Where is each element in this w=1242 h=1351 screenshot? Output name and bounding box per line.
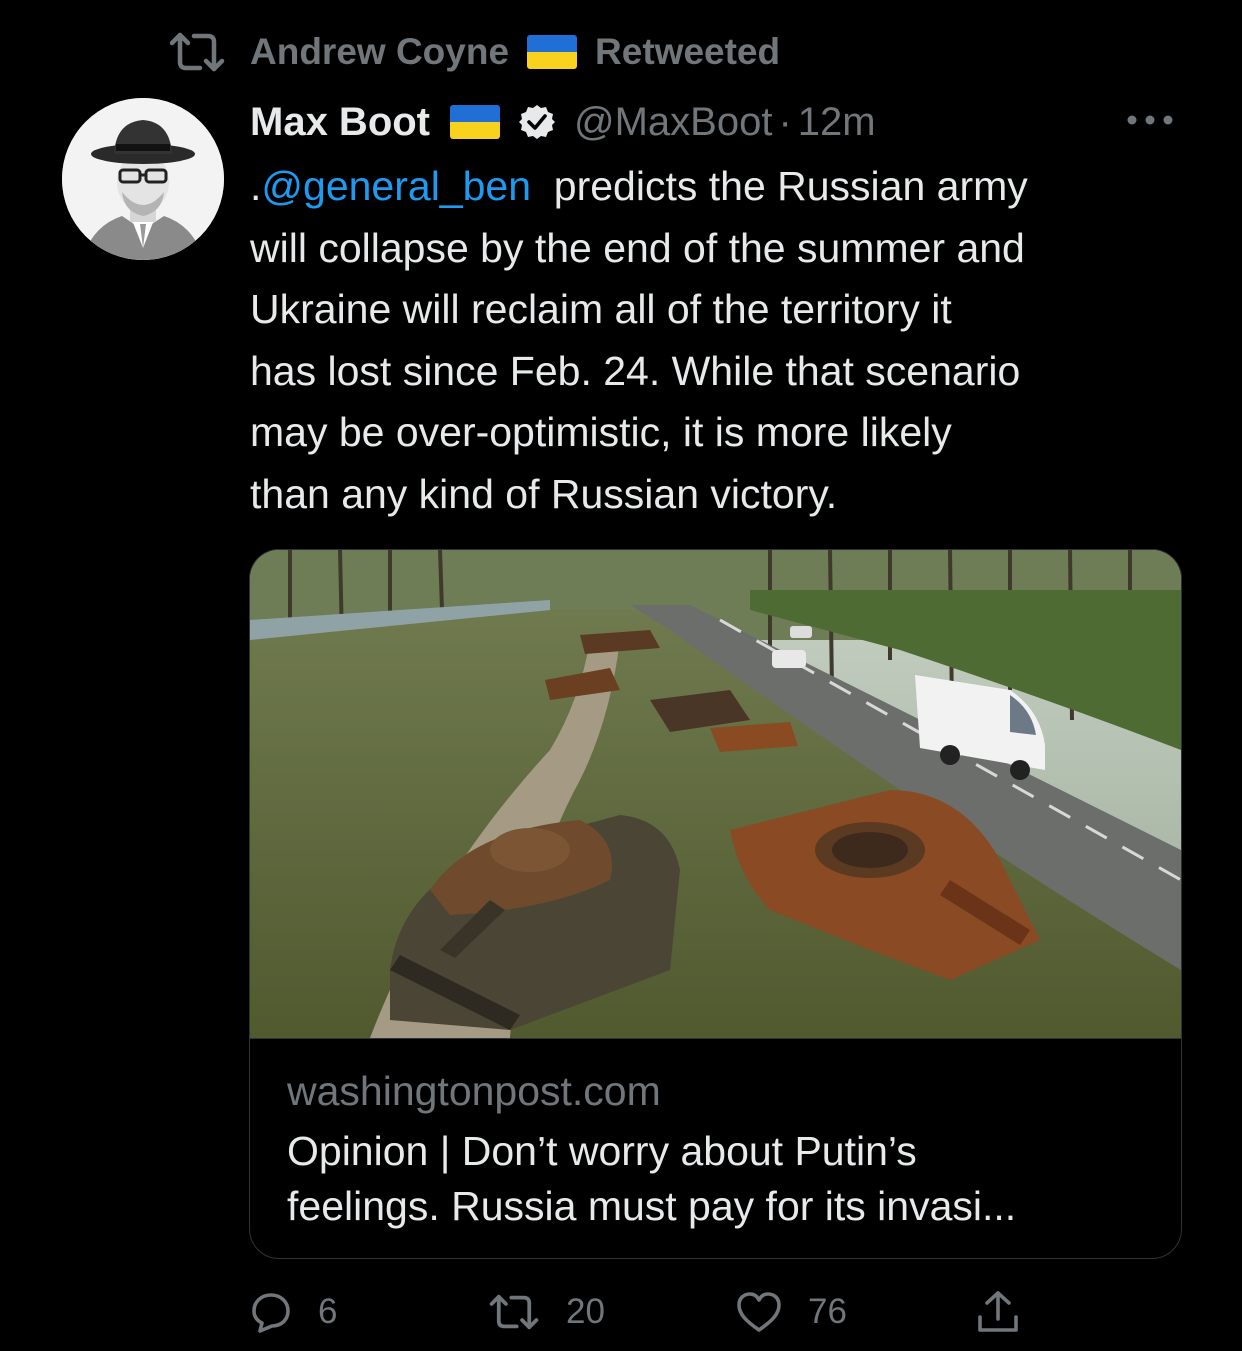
retweet-count: 20 xyxy=(566,1292,605,1331)
share-button[interactable] xyxy=(975,1286,1047,1338)
tweet-text-line: .@general_ben predicts the Russian army xyxy=(250,156,1210,218)
tweet-text-line: has lost since Feb. 24. While that scena… xyxy=(250,347,1021,394)
retweet-context: Andrew Coyne Retweeted xyxy=(168,28,780,76)
avatar[interactable] xyxy=(62,98,224,260)
tweet-action-bar: 6 20 76 xyxy=(0,1286,1242,1338)
ukraine-flag-icon xyxy=(527,35,578,69)
tweet-text-line: may be over-optimistic, it is more likel… xyxy=(250,409,952,455)
separator-dot: · xyxy=(778,99,792,144)
card-title-line: Opinion | Don’t worry about Putin’s xyxy=(287,1128,917,1174)
tweet-text-prefix: . xyxy=(250,163,262,209)
retweet-button[interactable]: 20 xyxy=(488,1286,605,1338)
tweet-header: Max Boot @MaxBoot · 12m xyxy=(250,94,876,150)
tweet-text-segment: predicts the Russian army xyxy=(531,163,1028,209)
like-count: 76 xyxy=(808,1292,847,1331)
retweet-icon xyxy=(489,1294,539,1330)
more-horizontal-icon[interactable] xyxy=(1124,110,1176,130)
author-handle[interactable]: @MaxBoot xyxy=(574,100,772,145)
link-preview-card[interactable]: washingtonpost.com Opinion | Don’t worry… xyxy=(249,549,1182,1259)
card-image[interactable] xyxy=(250,550,1181,1039)
ukraine-flag-icon xyxy=(450,105,500,139)
share-icon xyxy=(978,1291,1018,1332)
reply-icon xyxy=(252,1293,290,1333)
card-domain: washingtonpost.com xyxy=(287,1068,661,1114)
verified-badge-icon xyxy=(518,103,556,141)
retweeter-name[interactable]: Andrew Coyne xyxy=(250,31,509,73)
mention-link[interactable]: @general_ben xyxy=(261,163,531,209)
tweet-text-line: will collapse by the end of the summer a… xyxy=(250,224,1025,271)
heart-icon xyxy=(737,1292,781,1332)
reply-count: 6 xyxy=(318,1292,338,1331)
like-button[interactable]: 76 xyxy=(736,1286,847,1338)
retweeted-label: Retweeted xyxy=(595,31,781,72)
tweet-timestamp[interactable]: 12m xyxy=(798,100,876,145)
card-title-line: feelings. Russia must pay for its invasi… xyxy=(287,1183,1017,1229)
retweet-icon xyxy=(168,30,226,74)
card-title: Opinion | Don’t worry about Putin’s feel… xyxy=(287,1124,1157,1234)
author-display-name[interactable]: Max Boot xyxy=(250,100,430,145)
tweet-text-line: than any kind of Russian victory. xyxy=(250,470,838,517)
tweet-text-line: Ukraine will reclaim all of the territor… xyxy=(250,286,952,332)
tweet-text: .@general_ben predicts the Russian army … xyxy=(250,156,1210,525)
reply-button[interactable]: 6 xyxy=(250,1286,337,1338)
